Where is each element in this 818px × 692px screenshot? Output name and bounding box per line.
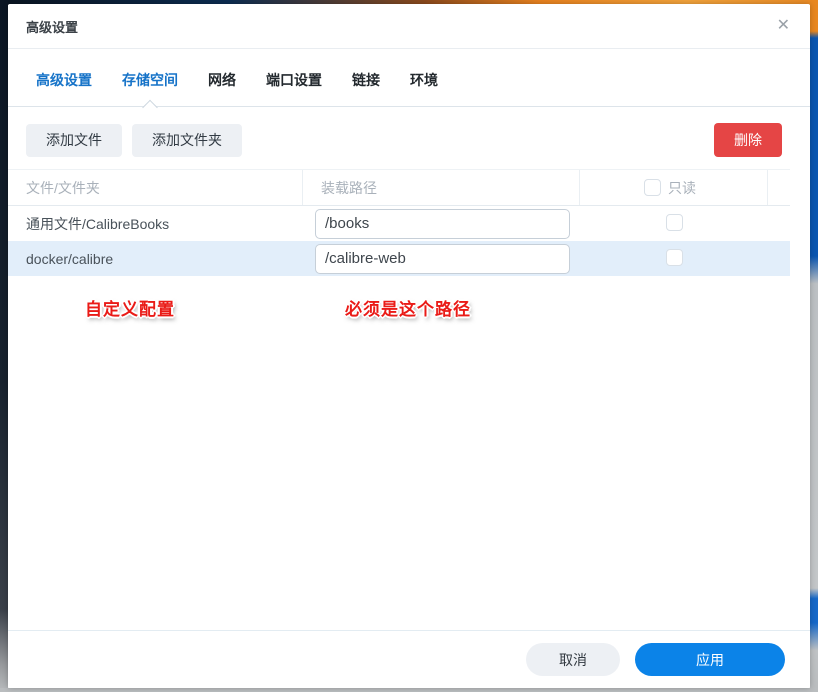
header-mount-path: 装载路径 <box>303 170 580 205</box>
tab-advanced-settings[interactable]: 高级设置 <box>36 71 92 90</box>
tab-storage-label: 存储空间 <box>122 72 178 88</box>
dialog-footer: 取消 应用 <box>8 630 810 688</box>
storage-toolbar: 添加文件 添加文件夹 删除 <box>8 107 810 169</box>
add-folder-button[interactable]: 添加文件夹 <box>132 123 242 157</box>
header-file-folder: 文件/文件夹 <box>8 170 303 205</box>
mount-path-input[interactable] <box>315 243 570 274</box>
background-right-strip <box>810 0 818 692</box>
table-header-row: 文件/文件夹 装载路径 只读 <box>8 170 790 206</box>
close-icon[interactable]: ✕ <box>777 18 790 34</box>
readonly-checkbox[interactable] <box>666 248 683 266</box>
row-mount-cell <box>303 243 580 274</box>
annotation-custom-config: 自定义配置 <box>85 300 175 319</box>
readonly-checkbox[interactable] <box>666 213 683 231</box>
background-left-strip <box>0 0 8 692</box>
row-mount-cell <box>303 208 580 239</box>
delete-button[interactable]: 删除 <box>714 123 782 157</box>
dialog-titlebar: 高级设置 ✕ <box>8 4 810 49</box>
row-file-name: docker/calibre <box>26 250 114 267</box>
row-file-name: 通用文件/CalibreBooks <box>26 215 170 232</box>
apply-button[interactable]: 应用 <box>635 643 785 676</box>
header-readonly: 只读 <box>580 170 768 205</box>
row-readonly-cell <box>580 213 768 234</box>
row-readonly-cell <box>580 248 768 269</box>
header-readonly-label: 只读 <box>668 179 696 196</box>
cancel-button[interactable]: 取消 <box>526 643 620 676</box>
tab-port-settings[interactable]: 端口设置 <box>266 71 322 90</box>
tab-bar: 高级设置 存储空间 网络 端口设置 链接 环境 <box>8 49 810 116</box>
tab-storage[interactable]: 存储空间 <box>122 71 178 116</box>
dialog-title: 高级设置 <box>26 19 79 35</box>
table-row[interactable]: 通用文件/CalibreBooks <box>8 206 790 241</box>
background-bottom-strip <box>0 688 818 692</box>
readonly-select-all-checkbox[interactable] <box>644 179 661 196</box>
add-file-button[interactable]: 添加文件 <box>26 123 122 157</box>
mount-path-input[interactable] <box>315 208 570 239</box>
advanced-settings-dialog: 高级设置 ✕ 高级设置 存储空间 网络 端口设置 链接 环境 添加文件 添加文件… <box>8 4 810 688</box>
header-spacer <box>768 170 790 205</box>
mounts-table: 文件/文件夹 装载路径 只读 通用文件/CalibreBooks docker/… <box>8 169 790 276</box>
annotation-required-path: 必须是这个路径 <box>345 300 471 319</box>
tab-environment[interactable]: 环境 <box>410 71 438 90</box>
tab-network[interactable]: 网络 <box>208 71 236 90</box>
table-row[interactable]: docker/calibre <box>8 241 790 276</box>
tab-links[interactable]: 链接 <box>352 71 380 90</box>
